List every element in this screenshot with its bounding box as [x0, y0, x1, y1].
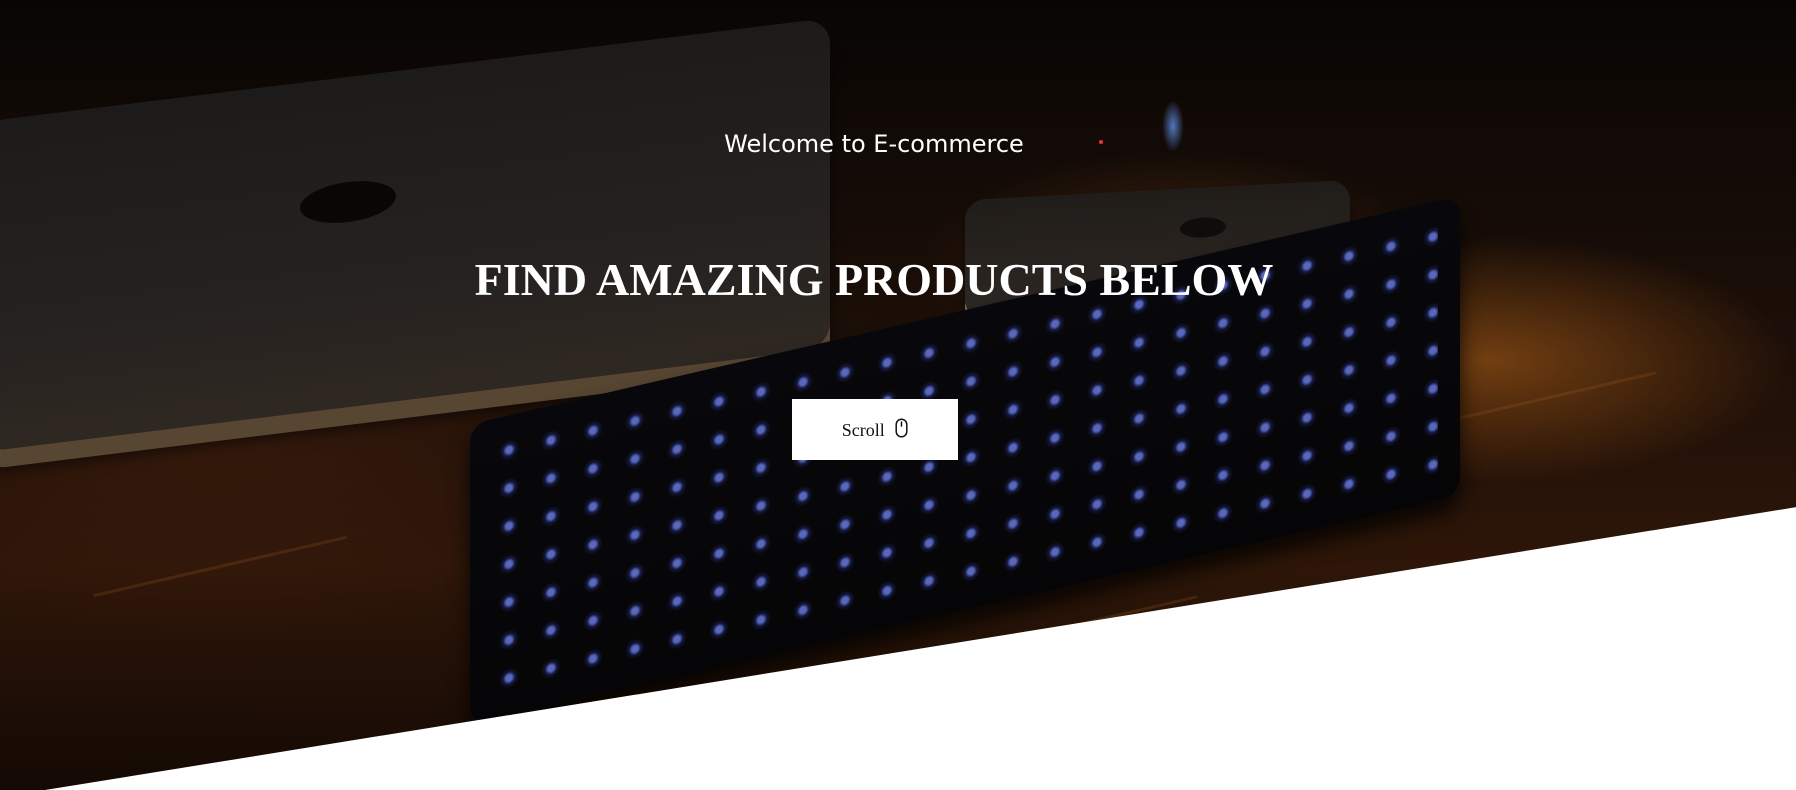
hero-headline: FIND AMAZING PRODUCTS BELOW — [474, 254, 1274, 305]
welcome-text: Welcome to E-commerce — [724, 130, 1024, 158]
scroll-button[interactable]: Scroll — [792, 399, 958, 460]
scroll-label: Scroll — [841, 420, 885, 441]
hero-overlay — [0, 0, 1796, 790]
hero-background — [0, 0, 1796, 790]
mouse-icon — [895, 418, 908, 438]
red-dot — [1099, 140, 1103, 144]
